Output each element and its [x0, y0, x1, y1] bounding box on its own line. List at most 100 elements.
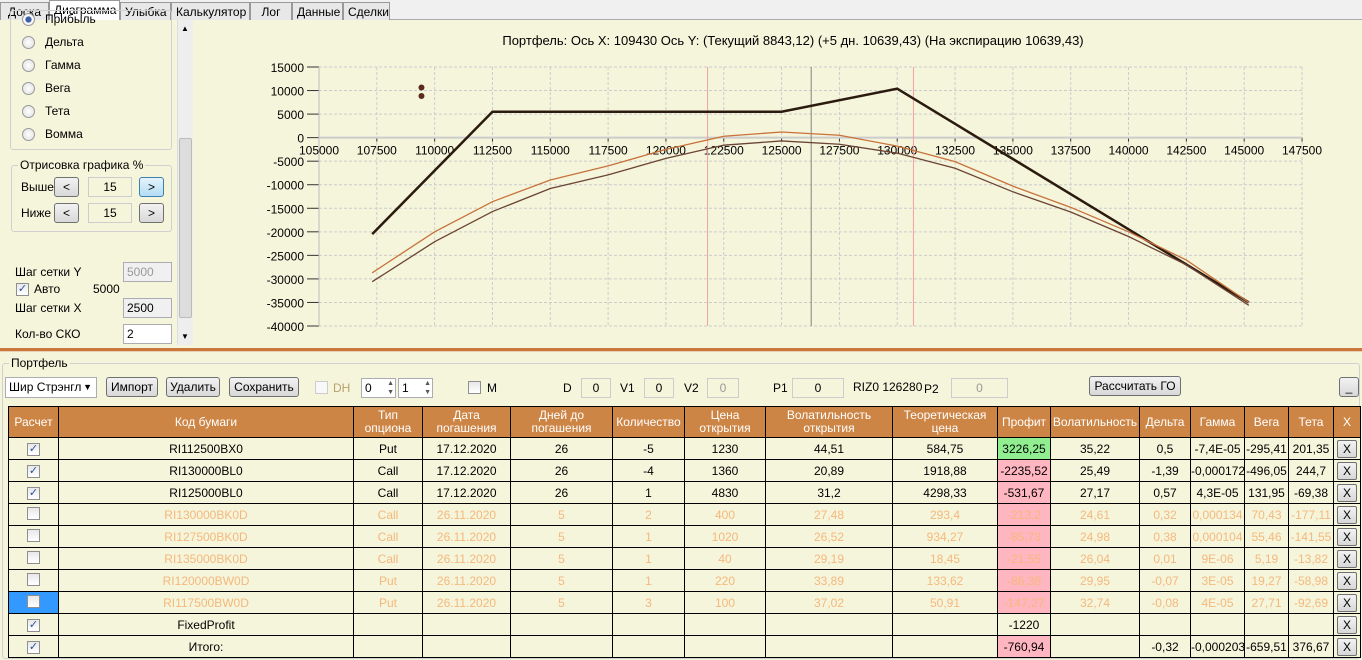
radio-button-icon[interactable] [22, 127, 35, 141]
cell-9: 32,74 [1050, 591, 1140, 614]
column-header[interactable]: Цена открытия [684, 406, 766, 438]
delete-row-button[interactable]: X [1337, 461, 1357, 480]
table-row[interactable]: ✓ RI112500BX0 Put 17.12.2020 26 -5 1230 44,51 58… [8, 437, 1361, 460]
d-value: 0 [581, 378, 611, 398]
auto-checkbox[interactable]: ✓ [16, 283, 29, 296]
column-header[interactable]: Теоретическая цена [892, 406, 998, 438]
column-header[interactable]: Волатильность открытия [765, 406, 893, 438]
table-row[interactable]: ✓ Итого: -760,94 -0,32 -0,000203 -659,51 376,6… [8, 635, 1361, 658]
column-header[interactable]: Тета [1288, 406, 1334, 438]
radio-label: Вега [45, 81, 71, 95]
tab-3[interactable]: Калькулятор [171, 2, 250, 20]
table-row[interactable]: ✓ RI130000BL0 Call 17.12.2020 26 -4 1360 20,89 1… [8, 459, 1361, 482]
column-header[interactable]: Расчет [8, 406, 59, 438]
import-button[interactable]: Импорт [106, 377, 158, 397]
cell-4: 3 [612, 591, 685, 614]
calc-checkbox[interactable] [27, 594, 40, 608]
delete-row-button[interactable]: X [1337, 615, 1357, 634]
column-header[interactable]: Дней до погашения [510, 406, 613, 438]
x-tick-label: 112500 [473, 144, 512, 158]
column-header[interactable]: Волатильность [1050, 406, 1140, 438]
tab-4[interactable]: Лог [250, 2, 292, 20]
above-decrease-button[interactable]: < [54, 177, 79, 197]
calc-checkbox[interactable]: ✓ [27, 641, 40, 654]
minimize-button[interactable]: _ [1339, 377, 1359, 397]
cell-10 [1139, 613, 1191, 636]
spin-arrows-icon[interactable]: ▲ ▼ [387, 379, 394, 397]
dh-checkbox[interactable] [315, 381, 328, 394]
radio-3[interactable]: Вега [22, 81, 70, 95]
calc-checkbox[interactable] [27, 528, 40, 542]
delete-row-button[interactable]: X [1337, 571, 1357, 590]
cell-10: 0,57 [1139, 481, 1191, 504]
spin1-input[interactable]: 0 ▲ ▼ [361, 378, 396, 398]
below-increase-button[interactable]: > [139, 203, 164, 223]
column-header[interactable]: X [1333, 406, 1361, 438]
delete-button[interactable]: Удалить [166, 377, 220, 397]
calculate-go-button[interactable]: Рассчитать ГО [1089, 376, 1181, 396]
column-header[interactable]: Гамма [1190, 406, 1245, 438]
radio-4[interactable]: Тета [22, 104, 70, 118]
column-header[interactable]: Дельта [1139, 406, 1191, 438]
column-header[interactable]: Вега [1244, 406, 1289, 438]
delete-row-button[interactable]: X [1337, 527, 1357, 546]
delete-row-button[interactable]: X [1337, 483, 1357, 502]
radio-button-icon[interactable] [22, 58, 35, 72]
calc-checkbox[interactable] [27, 550, 40, 564]
delete-row-button[interactable]: X [1337, 505, 1357, 524]
table-row[interactable]: RI127500BK0D Call 26.11.2020 5 1 1020 26,52 934… [8, 525, 1361, 548]
radio-button-icon[interactable] [22, 12, 35, 26]
below-decrease-button[interactable]: < [54, 203, 79, 223]
cell-10: -0,07 [1139, 569, 1191, 592]
radio-0[interactable]: Прибыль [22, 12, 96, 26]
calc-checkbox[interactable]: ✓ [27, 443, 40, 456]
table-row[interactable]: RI130000BK0D Call 26.11.2020 5 2 400 27,48 293,… [8, 503, 1361, 526]
table-row[interactable]: RI135000BK0D Call 26.11.2020 5 1 40 29,19 18,45… [8, 547, 1361, 570]
radio-button-icon[interactable] [22, 35, 35, 49]
calc-checkbox[interactable] [27, 506, 40, 520]
v1-value: 0 [644, 378, 674, 398]
radio-5[interactable]: Вомма [22, 127, 83, 141]
left-panel-scrollbar[interactable]: ▲ ▼ [177, 20, 193, 345]
calc-checkbox[interactable]: ✓ [27, 465, 40, 478]
calc-checkbox[interactable] [27, 572, 40, 586]
calc-checkbox[interactable]: ✓ [27, 619, 40, 632]
table-row[interactable]: RI117500BW0D Put 26.11.2020 5 3 100 37,02 50,91… [8, 591, 1361, 614]
radio-2[interactable]: Гамма [22, 58, 81, 72]
delete-row-button[interactable]: X [1337, 439, 1357, 458]
delete-row-button[interactable]: X [1337, 549, 1357, 568]
radio-button-icon[interactable] [22, 81, 35, 95]
column-header[interactable]: Количество [612, 406, 685, 438]
sko-input[interactable]: 2 [123, 324, 172, 344]
table-row[interactable]: ✓ RI125000BL0 Call 17.12.2020 26 1 4830 31,2 429… [8, 481, 1361, 504]
column-header[interactable]: Дата погашения [422, 406, 511, 438]
cell-2: 26.11.2020 [422, 503, 511, 526]
column-header[interactable]: Тип опциона [353, 406, 423, 438]
table-row[interactable]: ✓ FixedProfit -1220 X [8, 613, 1361, 636]
spin2-input[interactable]: 1 ▲ ▼ [398, 378, 433, 398]
radio-1[interactable]: Дельта [22, 35, 84, 49]
tab-5[interactable]: Данные [292, 2, 343, 20]
grid-y-input[interactable]: 5000 [123, 262, 172, 282]
save-button[interactable]: Сохранить [229, 377, 299, 397]
table-row[interactable]: RI120000BW0D Put 26.11.2020 5 1 220 33,89 133,6… [8, 569, 1361, 592]
calc-checkbox[interactable]: ✓ [27, 487, 40, 500]
draw-range-title: Отрисовка графика % [18, 158, 146, 172]
delete-row-button[interactable]: X [1337, 593, 1357, 612]
scroll-up-icon[interactable]: ▲ [181, 24, 189, 33]
scroll-thumb[interactable] [179, 138, 192, 318]
scroll-down-icon[interactable]: ▼ [181, 332, 189, 341]
x-tick-label: 107500 [357, 144, 397, 158]
tab-6[interactable]: Сделки [343, 2, 390, 20]
column-header[interactable]: Код бумаги [58, 406, 354, 438]
splitter[interactable] [0, 348, 1362, 352]
grid-x-input[interactable]: 2500 [123, 298, 172, 318]
m-checkbox[interactable] [468, 381, 481, 394]
spin-arrows-icon[interactable]: ▲ ▼ [424, 379, 431, 397]
strategy-select[interactable]: Шир Стрэнгл ▼ [5, 377, 97, 398]
delete-row-button[interactable]: X [1337, 637, 1357, 656]
cell-12: 5,19 [1244, 547, 1289, 570]
column-header[interactable]: Профит [997, 406, 1051, 438]
above-increase-button[interactable]: > [139, 177, 164, 197]
radio-button-icon[interactable] [22, 104, 35, 118]
